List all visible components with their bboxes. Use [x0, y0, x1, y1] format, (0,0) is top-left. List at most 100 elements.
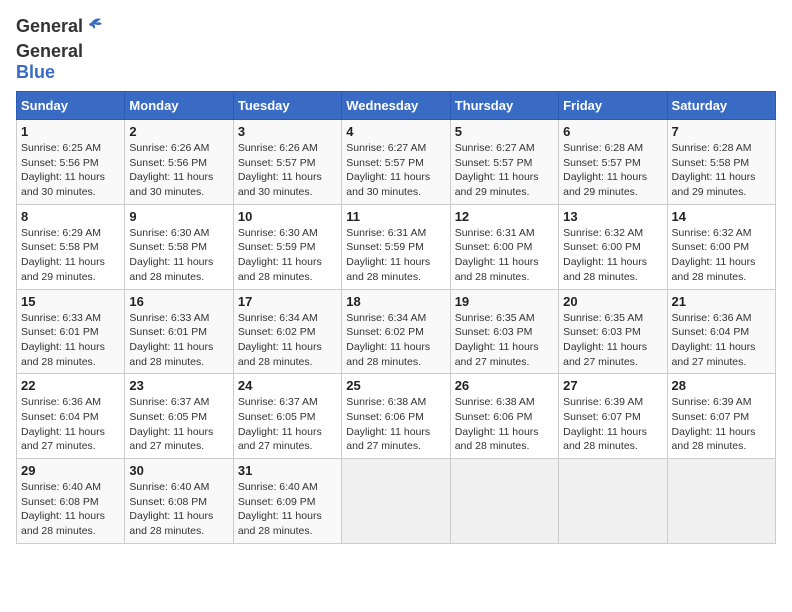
weekday-header: Thursday	[450, 92, 558, 120]
day-info: Sunrise: 6:36 AMSunset: 6:04 PMDaylight:…	[672, 311, 771, 370]
day-info: Sunrise: 6:25 AMSunset: 5:56 PMDaylight:…	[21, 141, 120, 200]
calendar-table: SundayMondayTuesdayWednesdayThursdayFrid…	[16, 91, 776, 544]
calendar-week-row: 1 Sunrise: 6:25 AMSunset: 5:56 PMDaylight…	[17, 120, 776, 205]
day-info: Sunrise: 6:35 AMSunset: 6:03 PMDaylight:…	[563, 311, 662, 370]
calendar-day-cell: 7 Sunrise: 6:28 AMSunset: 5:58 PMDaylight…	[667, 120, 775, 205]
day-info: Sunrise: 6:33 AMSunset: 6:01 PMDaylight:…	[21, 311, 120, 370]
day-info: Sunrise: 6:34 AMSunset: 6:02 PMDaylight:…	[346, 311, 445, 370]
calendar-day-cell	[450, 459, 558, 544]
day-info: Sunrise: 6:40 AMSunset: 6:08 PMDaylight:…	[129, 480, 228, 539]
calendar-day-cell: 22 Sunrise: 6:36 AMSunset: 6:04 PMDayligh…	[17, 374, 125, 459]
logo-blue-text: Blue	[16, 62, 55, 82]
day-number: 11	[346, 209, 445, 224]
day-info: Sunrise: 6:39 AMSunset: 6:07 PMDaylight:…	[563, 395, 662, 454]
calendar-day-cell: 4 Sunrise: 6:27 AMSunset: 5:57 PMDaylight…	[342, 120, 450, 205]
calendar-day-cell	[667, 459, 775, 544]
day-number: 20	[563, 294, 662, 309]
day-info: Sunrise: 6:28 AMSunset: 5:58 PMDaylight:…	[672, 141, 771, 200]
calendar-day-cell: 26 Sunrise: 6:38 AMSunset: 6:06 PMDayligh…	[450, 374, 558, 459]
day-number: 22	[21, 378, 120, 393]
day-number: 14	[672, 209, 771, 224]
day-info: Sunrise: 6:29 AMSunset: 5:58 PMDaylight:…	[21, 226, 120, 285]
calendar-week-row: 29 Sunrise: 6:40 AMSunset: 6:08 PMDayligh…	[17, 459, 776, 544]
calendar-week-row: 22 Sunrise: 6:36 AMSunset: 6:04 PMDayligh…	[17, 374, 776, 459]
day-number: 17	[238, 294, 337, 309]
day-number: 27	[563, 378, 662, 393]
calendar-day-cell: 15 Sunrise: 6:33 AMSunset: 6:01 PMDayligh…	[17, 289, 125, 374]
day-info: Sunrise: 6:27 AMSunset: 5:57 PMDaylight:…	[455, 141, 554, 200]
logo: General General Blue	[16, 16, 83, 83]
calendar-day-cell: 30Sunrise: 6:40 AMSunset: 6:08 PMDayligh…	[125, 459, 233, 544]
logo-container: General	[16, 16, 83, 37]
day-info: Sunrise: 6:30 AMSunset: 5:58 PMDaylight:…	[129, 226, 228, 285]
calendar-day-cell: 13Sunrise: 6:32 AMSunset: 6:00 PMDayligh…	[559, 204, 667, 289]
day-number: 18	[346, 294, 445, 309]
calendar-day-cell: 11Sunrise: 6:31 AMSunset: 5:59 PMDayligh…	[342, 204, 450, 289]
day-number: 29	[21, 463, 120, 478]
calendar-day-cell	[559, 459, 667, 544]
weekday-header-row: SundayMondayTuesdayWednesdayThursdayFrid…	[17, 92, 776, 120]
day-number: 3	[238, 124, 337, 139]
day-number: 7	[672, 124, 771, 139]
calendar-week-row: 8 Sunrise: 6:29 AMSunset: 5:58 PMDaylight…	[17, 204, 776, 289]
calendar-day-cell	[342, 459, 450, 544]
day-info: Sunrise: 6:28 AMSunset: 5:57 PMDaylight:…	[563, 141, 662, 200]
day-number: 19	[455, 294, 554, 309]
calendar-day-cell: 16 Sunrise: 6:33 AMSunset: 6:01 PMDayligh…	[125, 289, 233, 374]
day-info: Sunrise: 6:37 AMSunset: 6:05 PMDaylight:…	[238, 395, 337, 454]
calendar-day-cell: 17 Sunrise: 6:34 AMSunset: 6:02 PMDayligh…	[233, 289, 341, 374]
day-info: Sunrise: 6:38 AMSunset: 6:06 PMDaylight:…	[346, 395, 445, 454]
calendar-day-cell: 1 Sunrise: 6:25 AMSunset: 5:56 PMDaylight…	[17, 120, 125, 205]
day-info: Sunrise: 6:36 AMSunset: 6:04 PMDaylight:…	[21, 395, 120, 454]
calendar-day-cell: 12Sunrise: 6:31 AMSunset: 6:00 PMDayligh…	[450, 204, 558, 289]
weekday-header: Tuesday	[233, 92, 341, 120]
day-number: 5	[455, 124, 554, 139]
calendar-day-cell: 24Sunrise: 6:37 AMSunset: 6:05 PMDayligh…	[233, 374, 341, 459]
day-info: Sunrise: 6:27 AMSunset: 5:57 PMDaylight:…	[346, 141, 445, 200]
day-number: 4	[346, 124, 445, 139]
calendar-day-cell: 8 Sunrise: 6:29 AMSunset: 5:58 PMDaylight…	[17, 204, 125, 289]
calendar-day-cell: 3 Sunrise: 6:26 AMSunset: 5:57 PMDaylight…	[233, 120, 341, 205]
day-number: 23	[129, 378, 228, 393]
calendar-day-cell: 19Sunrise: 6:35 AMSunset: 6:03 PMDayligh…	[450, 289, 558, 374]
calendar-day-cell: 10 Sunrise: 6:30 AMSunset: 5:59 PMDayligh…	[233, 204, 341, 289]
day-number: 15	[21, 294, 120, 309]
weekday-header: Wednesday	[342, 92, 450, 120]
calendar-day-cell: 9Sunrise: 6:30 AMSunset: 5:58 PMDaylight…	[125, 204, 233, 289]
day-number: 8	[21, 209, 120, 224]
calendar-day-cell: 5 Sunrise: 6:27 AMSunset: 5:57 PMDaylight…	[450, 120, 558, 205]
day-info: Sunrise: 6:34 AMSunset: 6:02 PMDaylight:…	[238, 311, 337, 370]
day-number: 1	[21, 124, 120, 139]
day-number: 25	[346, 378, 445, 393]
calendar-day-cell: 6 Sunrise: 6:28 AMSunset: 5:57 PMDaylight…	[559, 120, 667, 205]
calendar-day-cell: 27 Sunrise: 6:39 AMSunset: 6:07 PMDayligh…	[559, 374, 667, 459]
logo-general-2: General	[16, 41, 83, 61]
day-number: 10	[238, 209, 337, 224]
calendar-day-cell: 31Sunrise: 6:40 AMSunset: 6:09 PMDayligh…	[233, 459, 341, 544]
calendar-week-row: 15 Sunrise: 6:33 AMSunset: 6:01 PMDayligh…	[17, 289, 776, 374]
calendar-day-cell: 29 Sunrise: 6:40 AMSunset: 6:08 PMDayligh…	[17, 459, 125, 544]
day-info: Sunrise: 6:38 AMSunset: 6:06 PMDaylight:…	[455, 395, 554, 454]
weekday-header: Saturday	[667, 92, 775, 120]
day-info: Sunrise: 6:37 AMSunset: 6:05 PMDaylight:…	[129, 395, 228, 454]
day-number: 26	[455, 378, 554, 393]
day-info: Sunrise: 6:30 AMSunset: 5:59 PMDaylight:…	[238, 226, 337, 285]
day-number: 21	[672, 294, 771, 309]
logo-bottom: General Blue	[16, 41, 83, 83]
day-number: 13	[563, 209, 662, 224]
calendar-day-cell: 28Sunrise: 6:39 AMSunset: 6:07 PMDayligh…	[667, 374, 775, 459]
day-number: 2	[129, 124, 228, 139]
day-info: Sunrise: 6:40 AMSunset: 6:09 PMDaylight:…	[238, 480, 337, 539]
day-info: Sunrise: 6:40 AMSunset: 6:08 PMDaylight:…	[21, 480, 120, 539]
logo-general: General	[16, 16, 83, 36]
day-number: 16	[129, 294, 228, 309]
calendar-day-cell: 14Sunrise: 6:32 AMSunset: 6:00 PMDayligh…	[667, 204, 775, 289]
calendar-day-cell: 25 Sunrise: 6:38 AMSunset: 6:06 PMDayligh…	[342, 374, 450, 459]
day-info: Sunrise: 6:26 AMSunset: 5:57 PMDaylight:…	[238, 141, 337, 200]
day-number: 12	[455, 209, 554, 224]
day-number: 28	[672, 378, 771, 393]
day-info: Sunrise: 6:33 AMSunset: 6:01 PMDaylight:…	[129, 311, 228, 370]
logo-bird-icon	[85, 14, 105, 32]
day-number: 6	[563, 124, 662, 139]
calendar-day-cell: 21 Sunrise: 6:36 AMSunset: 6:04 PMDayligh…	[667, 289, 775, 374]
